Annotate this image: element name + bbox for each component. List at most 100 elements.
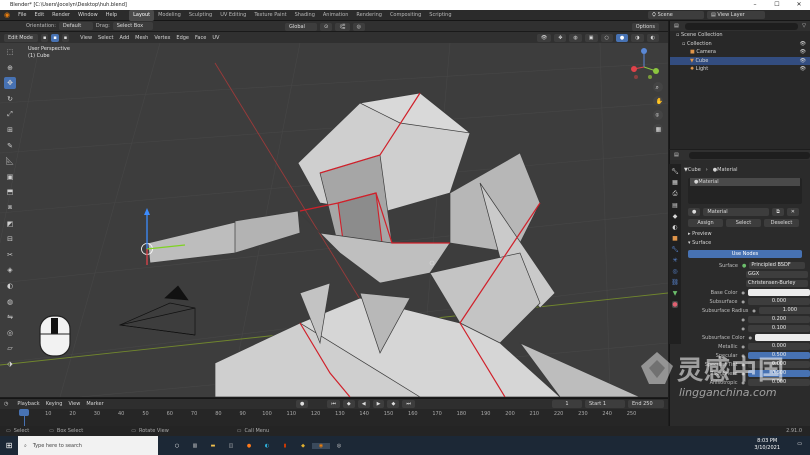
next-key-icon[interactable]: ◆ [387, 400, 400, 408]
data-tab-icon[interactable]: ▼ [673, 290, 678, 297]
visibility-icon[interactable]: 👁︎ [536, 33, 552, 42]
shading-wireframe-icon[interactable]: ○ [600, 33, 613, 42]
annotate-tool-icon[interactable]: ✎ [4, 140, 16, 152]
outliner-search-input[interactable] [684, 22, 799, 30]
socket-icon[interactable]: ● [752, 308, 756, 313]
unlink-material-icon[interactable]: ✕ [786, 207, 799, 216]
play-reverse-icon[interactable]: ◀ [357, 400, 370, 408]
taskbar-search[interactable]: ⌕ Type here to search [18, 436, 158, 455]
surface-shader-dropdown[interactable]: Principled BSDF [749, 262, 806, 269]
tab-sculpting[interactable]: Sculpting [185, 10, 216, 21]
tool-tab-icon[interactable]: 🔧︎ [671, 168, 679, 175]
orientation-dropdown[interactable]: Default [58, 22, 93, 30]
properties-editor-icon[interactable]: ▤ [674, 152, 679, 158]
navigation-gizmo[interactable]: ⌕ ✋ ⌾ ▦ [626, 45, 666, 185]
particles-tab-icon[interactable]: ✳ [672, 257, 677, 264]
select-button[interactable]: Select [726, 219, 761, 227]
vp-menu-add[interactable]: Add [116, 35, 132, 41]
vertex-select-icon[interactable]: ▪ [41, 33, 49, 42]
firefox-icon[interactable]: ● [240, 443, 258, 449]
pivot-icon[interactable]: ⊙ [320, 22, 333, 31]
extrude-tool-icon[interactable]: ⬒ [4, 186, 16, 198]
timeline-menu-marker[interactable]: Marker [83, 401, 106, 407]
menu-help[interactable]: Help [102, 10, 121, 21]
vp-menu-mesh[interactable]: Mesh [132, 35, 151, 41]
move-tool-icon[interactable]: ✥ [4, 77, 16, 90]
tab-compositing[interactable]: Compositing [386, 10, 425, 21]
poly-build-tool-icon[interactable]: ◈ [4, 264, 16, 276]
smooth-tool-icon[interactable]: ◍ [4, 296, 16, 308]
vp-menu-uv[interactable]: UV [209, 35, 222, 41]
scale-tool-icon[interactable]: ⤢ [4, 108, 16, 120]
play-icon[interactable]: ▶ [372, 400, 385, 408]
knife-tool-icon[interactable]: ✂ [4, 249, 16, 261]
material-tab-icon[interactable]: ● [672, 301, 678, 308]
notifications-icon[interactable]: ▭ [797, 441, 802, 447]
timeline-menu-view[interactable]: View [65, 401, 83, 407]
outliner-item-collection[interactable]: ▫ Collection 👁︎ [670, 40, 810, 49]
rip-region-tool-icon[interactable]: ⬗ [4, 358, 16, 370]
modifiers-tab-icon[interactable]: 🔧︎ [671, 246, 679, 253]
visibility-eye-icon[interactable]: 👁︎ [800, 40, 806, 49]
record-icon[interactable]: ● [296, 400, 309, 408]
outliner-item-camera[interactable]: ■ Camera 👁︎ [670, 48, 810, 57]
edge-slide-tool-icon[interactable]: ⇋ [4, 311, 16, 323]
visibility-eye-icon[interactable]: 👁︎ [800, 65, 806, 74]
edge-icon[interactable]: ◐ [258, 443, 276, 449]
assign-button[interactable]: Assign [688, 219, 723, 227]
visibility-eye-icon[interactable]: 👁︎ [800, 48, 806, 57]
edge-select-icon[interactable]: ▪ [51, 33, 59, 42]
material-slot-item[interactable]: ● Material [690, 178, 800, 186]
scene-selector[interactable]: ⛭ Scene [648, 11, 704, 19]
mode-dropdown[interactable]: Edit Mode [4, 33, 38, 42]
shading-solid-icon[interactable]: ● [615, 33, 629, 42]
tab-layout[interactable]: Layout [129, 9, 155, 21]
xray-toggle-icon[interactable]: ▣ [584, 33, 598, 42]
drag-dropdown[interactable]: Select Box [112, 22, 153, 30]
vp-menu-view[interactable]: View [77, 35, 95, 41]
loop-cut-tool-icon[interactable]: ⊟ [4, 233, 16, 245]
visibility-eye-icon[interactable]: 👁︎ [800, 57, 806, 66]
cube-mesh[interactable] [147, 92, 641, 398]
bevel-tool-icon[interactable]: ◩ [4, 218, 16, 230]
prev-key-icon[interactable]: ◆ [342, 400, 355, 408]
jump-start-icon[interactable]: ⏮ [327, 400, 340, 408]
transform-tool-icon[interactable]: ⊞ [4, 124, 16, 136]
add-cube-tool-icon[interactable]: ▣ [4, 171, 16, 183]
current-frame-field[interactable]: 1 [552, 400, 582, 408]
material-name-field[interactable]: Material [703, 207, 770, 216]
start-icon[interactable]: ⊞ [0, 441, 18, 450]
output-tab-icon[interactable]: ⎙ [673, 190, 678, 198]
vp-menu-select[interactable]: Select [95, 35, 116, 41]
3d-viewport[interactable] [0, 42, 669, 398]
outliner-item-cube[interactable]: ▼ Cube 👁︎ [670, 56, 810, 66]
socket-icon[interactable]: ● [742, 299, 746, 304]
gizmo-z-icon[interactable] [641, 48, 647, 54]
physics-tab-icon[interactable]: ◎ [672, 268, 677, 275]
vp-menu-face[interactable]: Face [192, 35, 209, 41]
menu-window[interactable]: Window [74, 10, 102, 21]
inset-tool-icon[interactable]: ⧈ [4, 202, 16, 214]
vp-menu-vertex[interactable]: Vertex [151, 35, 173, 41]
move-gizmo-z-arrow[interactable] [144, 208, 150, 215]
task-view-icon[interactable]: ○ [168, 443, 186, 449]
transform-space-dropdown[interactable]: Global [285, 22, 317, 31]
outliner-item-scene-collection[interactable]: ▫ Scene Collection [670, 31, 810, 40]
shader-field-value[interactable]: 0.100 [748, 325, 810, 332]
timeline-editor-icon[interactable]: ◷ [4, 401, 8, 407]
section-preview[interactable]: ▸ Preview [684, 230, 810, 239]
material-slot-list[interactable]: ● Material [688, 178, 802, 204]
store-icon[interactable]: ◫ [222, 443, 240, 449]
view-layer-tab-icon[interactable]: ▤ [672, 202, 678, 209]
shading-material-icon[interactable]: ◑ [631, 33, 644, 42]
shader-field-value[interactable]: 0.200 [748, 316, 810, 323]
socket-icon[interactable]: ● [749, 335, 753, 340]
timeline-ruler[interactable]: 0102030405060708090100110120130140150160… [0, 409, 668, 426]
socket-icon[interactable]: ● [742, 326, 746, 331]
cursor-tool-icon[interactable]: ⊕ [4, 62, 16, 74]
subsurface-method-dropdown[interactable]: Christensen-Burley [746, 280, 808, 287]
shader-field-value[interactable]: 1.000 [758, 307, 810, 314]
proportional-edit-icon[interactable]: ◎ [352, 22, 365, 31]
maximize-button[interactable]: ☐ [766, 0, 788, 10]
vp-menu-edge[interactable]: Edge [173, 35, 192, 41]
